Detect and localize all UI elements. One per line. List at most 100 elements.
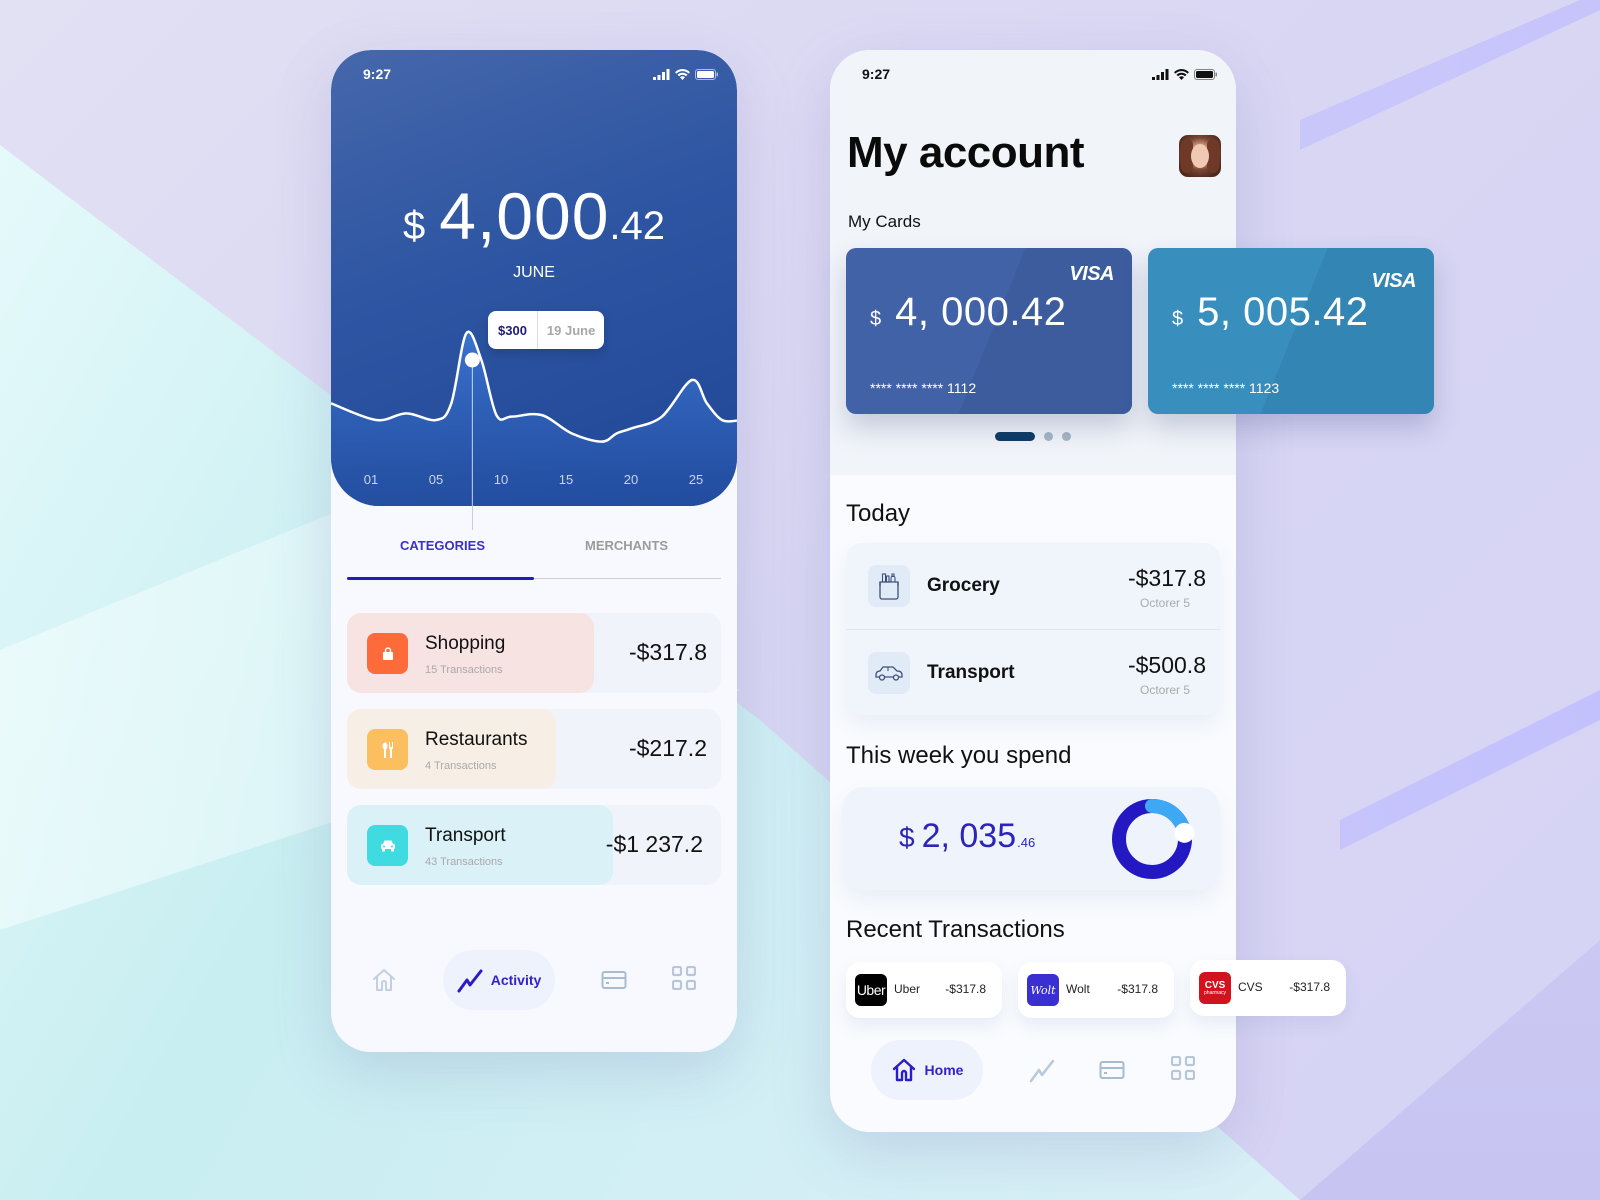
- uber-logo: Uber: [855, 974, 887, 1006]
- signal-icon: [1152, 68, 1169, 80]
- nav-activity[interactable]: Activity: [443, 950, 555, 1010]
- total-balance: $ 4,000 .42: [331, 178, 737, 254]
- recent-uber[interactable]: Uber Uber -$317.8: [846, 962, 1002, 1018]
- category-name: Shopping: [425, 633, 506, 654]
- chart-highlight-point[interactable]: [464, 352, 480, 368]
- today-transactions: Grocery -$317.8 Octorer 5 Transport -$50…: [846, 543, 1220, 715]
- nav-activity[interactable]: [1027, 1055, 1057, 1085]
- wolt-logo: Wolt: [1027, 974, 1059, 1006]
- x-tick-label: 05: [428, 472, 444, 487]
- category-icon-box: [367, 633, 408, 674]
- category-count: 4 Transactions: [425, 760, 497, 772]
- category-count: 15 Transactions: [425, 664, 503, 676]
- merchant-name: Uber: [894, 982, 921, 996]
- transaction-icon-box: [868, 565, 910, 607]
- page-title: My account: [847, 128, 1085, 177]
- car-icon: [875, 666, 903, 681]
- card-balance: $ 4, 000.42: [870, 290, 1066, 335]
- tab-merchants[interactable]: MERCHANTS: [585, 538, 668, 553]
- tooltip-date: 19 June: [546, 322, 596, 338]
- recent-wolt[interactable]: Wolt Wolt -$317.8: [1018, 962, 1174, 1018]
- x-tick-label: 20: [623, 472, 639, 487]
- chart-guide-line: [472, 506, 474, 530]
- carousel-dot[interactable]: [1044, 432, 1053, 441]
- background-stripe: [1300, 0, 1600, 150]
- tab-categories[interactable]: CATEGORIES: [400, 538, 485, 553]
- battery-icon: [695, 68, 718, 80]
- active-tab-indicator: [347, 577, 534, 580]
- nav-home[interactable]: Home: [871, 1040, 983, 1100]
- x-tick-label: 25: [688, 472, 704, 487]
- tooltip-value: $300: [488, 311, 538, 349]
- week-spend-card[interactable]: $ 2, 035 .46: [842, 787, 1220, 890]
- chart-tooltip: $300 19 June: [488, 311, 605, 349]
- balance-currency: $: [402, 204, 426, 248]
- month-label: JUNE: [513, 264, 555, 281]
- nav-more[interactable]: [1170, 1055, 1196, 1081]
- category-row-transport[interactable]: Transport 43 Transactions -$1 237.2: [347, 805, 721, 885]
- nav-more[interactable]: [671, 965, 697, 991]
- donut-knob: [1174, 822, 1195, 843]
- transaction-amount: -$317.8: [1127, 565, 1206, 591]
- grid-icon: [672, 966, 696, 990]
- background-teal-shape: [0, 145, 1300, 1200]
- bottom-nav: Home: [830, 1040, 1236, 1100]
- today-heading: Today: [846, 500, 911, 527]
- signal-icon: [653, 68, 670, 80]
- category-row-shopping[interactable]: Shopping 15 Transactions -$317.8: [347, 613, 721, 693]
- visa-logo: VISA: [1069, 263, 1114, 285]
- balance-cents: .42: [609, 204, 666, 248]
- status-time: 9:27: [862, 66, 891, 82]
- battery-icon: [1194, 68, 1217, 80]
- background-purple-shape: [1300, 940, 1600, 1200]
- credit-card-icon: [601, 971, 627, 989]
- cvs-pharmacy-logo: CVS pharmacy: [1199, 972, 1231, 1004]
- activity-tabs: CATEGORIES MERCHANTS: [347, 538, 721, 580]
- wifi-icon: [1174, 68, 1189, 80]
- merchant-amount: -$317.8: [945, 982, 986, 996]
- nav-home[interactable]: [369, 965, 399, 995]
- week-spend-heading: This week you spend: [846, 742, 1072, 769]
- category-name: Transport: [425, 825, 506, 846]
- card-balance: $ 5, 005.42: [1172, 290, 1368, 335]
- transaction-name: Grocery: [927, 575, 1000, 596]
- activity-chart-icon: [1029, 1059, 1055, 1083]
- category-list: Shopping 15 Transactions -$317.8 Restaur…: [347, 613, 721, 901]
- fork-knife-icon: [382, 741, 393, 758]
- transaction-name: Transport: [927, 662, 1015, 683]
- category-row-restaurants[interactable]: Restaurants 4 Transactions -$217.2: [347, 709, 721, 789]
- recent-heading: Recent Transactions: [846, 916, 1065, 943]
- category-icon-box: [367, 825, 408, 866]
- merchant-amount: -$317.8: [1117, 982, 1158, 996]
- week-spend-amount: $ 2, 035 .46: [899, 817, 1035, 856]
- transaction-date: Octorer 5: [1139, 683, 1190, 697]
- recent-cvs[interactable]: CVS pharmacy CVS -$317.8: [1190, 960, 1346, 1016]
- category-amount: -$317.8: [628, 639, 707, 665]
- nav-cards[interactable]: [1097, 1055, 1127, 1085]
- category-icon-box: [367, 729, 408, 770]
- transaction-icon-box: [868, 652, 910, 694]
- home-icon: [892, 1058, 915, 1082]
- background-stripe: [1340, 690, 1600, 850]
- week-spend-value: 2, 035: [921, 817, 1017, 855]
- carousel-dot[interactable]: [995, 432, 1035, 441]
- week-spend-donut: [1112, 799, 1195, 879]
- balance-header: 9:27 $ 4,000 .42 JUNE 01 05 10 15 20 25: [331, 50, 737, 506]
- chart-area-fill: [331, 331, 737, 506]
- balance-amount: 4,000: [439, 179, 610, 253]
- card-currency: $: [870, 308, 882, 330]
- nav-cards[interactable]: [599, 965, 629, 995]
- category-amount: -$1 237.2: [605, 831, 703, 857]
- carousel-dot[interactable]: [1062, 432, 1071, 441]
- transaction-date: Octorer 5: [1139, 596, 1190, 610]
- today-row-grocery[interactable]: Grocery -$317.8 Octorer 5: [846, 543, 1220, 629]
- card-amount: 5, 005.42: [1197, 290, 1369, 334]
- category-amount: -$217.2: [628, 735, 707, 761]
- user-avatar[interactable]: [1179, 135, 1221, 177]
- activity-screen: 9:27 $ 4,000 .42 JUNE 01 05 10 15 20 25 …: [331, 50, 737, 1052]
- x-tick-label: 01: [363, 472, 379, 487]
- card-visa-1123[interactable]: VISA $ 5, 005.42 **** **** **** 1123: [1148, 248, 1434, 414]
- today-row-transport[interactable]: Transport -$500.8 Octorer 5: [846, 629, 1220, 715]
- card-currency: $: [1172, 308, 1184, 330]
- card-visa-1112[interactable]: VISA $ 4, 000.42 **** **** **** 1112: [846, 248, 1132, 414]
